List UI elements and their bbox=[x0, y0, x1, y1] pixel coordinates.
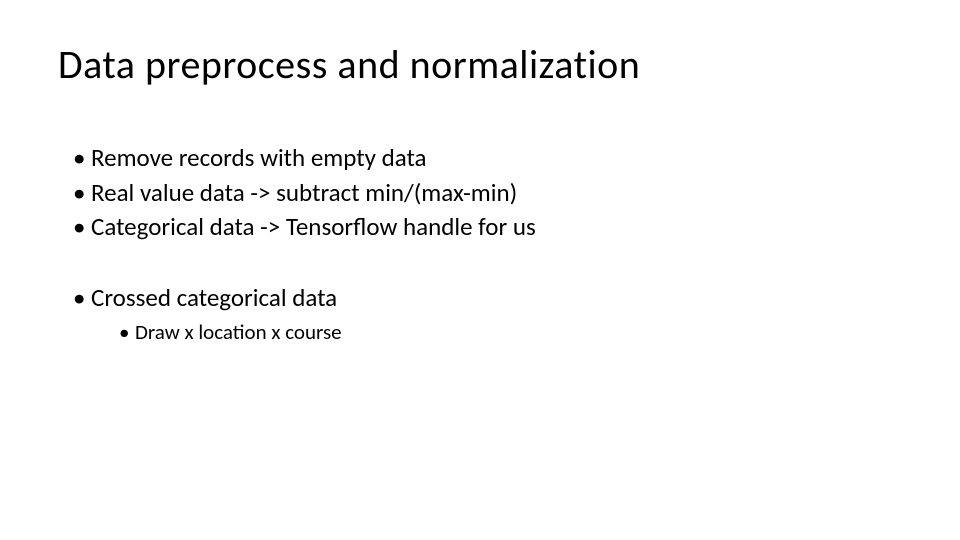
bullet-list-bottom: Crossed categorical data Draw x location… bbox=[73, 281, 902, 348]
list-item: Crossed categorical data Draw x location… bbox=[73, 281, 902, 348]
list-item: Remove records with empty data bbox=[73, 141, 902, 176]
list-item: Real value data -> subtract min/(max-min… bbox=[73, 176, 902, 211]
slide-title: Data preprocess and normalization bbox=[58, 40, 902, 89]
list-item-label: Crossed categorical data bbox=[91, 282, 337, 313]
slide: Data preprocess and normalization Remove… bbox=[0, 0, 960, 540]
spacer bbox=[73, 245, 902, 281]
bullet-list-top: Remove records with empty data Real valu… bbox=[73, 141, 902, 245]
list-item: Categorical data -> Tensorflow handle fo… bbox=[73, 210, 902, 245]
slide-content: Remove records with empty data Real valu… bbox=[58, 141, 902, 347]
sub-bullet-list: Draw x location x course bbox=[91, 317, 902, 347]
sub-list-item: Draw x location x course bbox=[119, 317, 902, 347]
